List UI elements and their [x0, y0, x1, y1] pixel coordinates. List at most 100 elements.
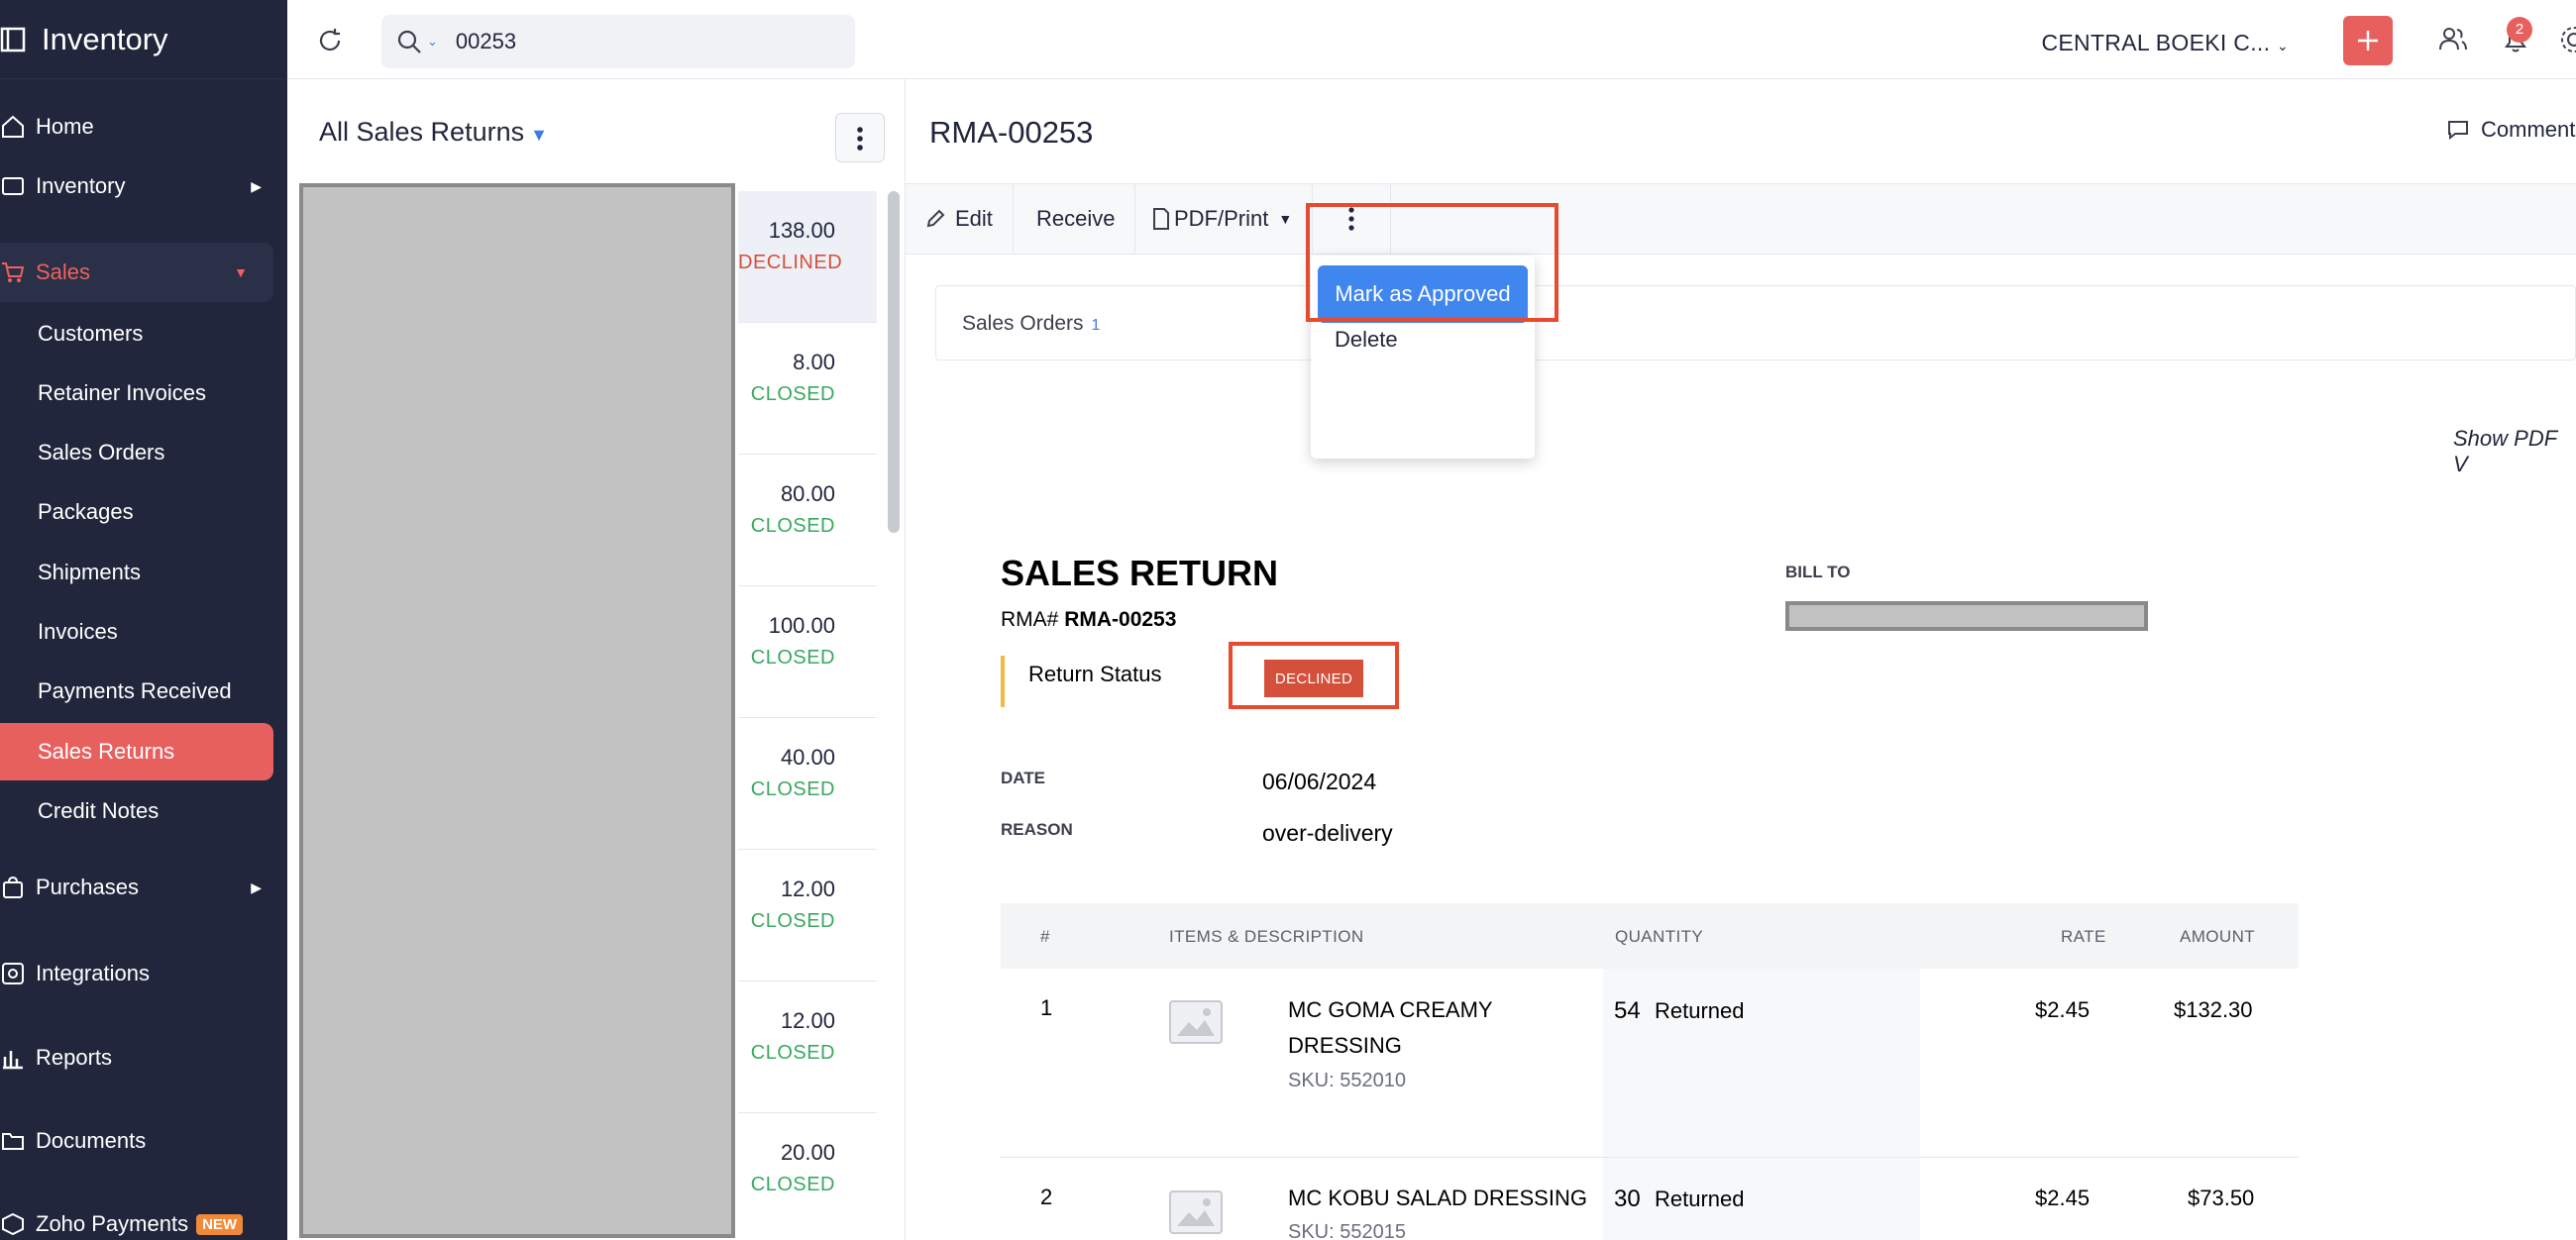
show-pdf-view-toggle[interactable]: Show PDF V	[2453, 426, 2576, 477]
pencil-icon	[926, 209, 945, 228]
list-item-amount: 138.00	[768, 218, 835, 243]
sidebar-item-invoices[interactable]: Invoices	[0, 603, 273, 661]
list-more-options-button[interactable]	[835, 113, 885, 162]
comment-icon	[2448, 121, 2468, 141]
receive-button[interactable]: Receive	[1017, 184, 1136, 254]
integrations-icon	[2, 963, 24, 984]
item-sku: SKU: 552010	[1288, 1070, 1406, 1091]
sidebar-item-home[interactable]: Home	[0, 97, 287, 156]
users-icon[interactable]	[2435, 22, 2471, 57]
sidebar-item-label: Packages	[38, 499, 134, 524]
sidebar-item-inventory[interactable]: Inventory ▶	[0, 156, 287, 216]
item-num: 1	[1040, 995, 1053, 1020]
delete-menu-item[interactable]: Delete	[1335, 327, 1398, 353]
sidebar-item-sales-orders[interactable]: Sales Orders	[0, 424, 273, 481]
quick-create-button[interactable]	[2343, 16, 2393, 65]
list-item[interactable]: 40.00 CLOSED	[738, 718, 877, 850]
item-name: MC GOMA CREAMY	[1288, 997, 1493, 1022]
sidebar-item-label: Sales Returns	[38, 739, 175, 764]
item-qty-label: Returned	[1655, 998, 1745, 1023]
new-badge: NEW	[196, 1213, 244, 1235]
list-item[interactable]: 12.00 CLOSED	[738, 850, 877, 982]
sidebar-item-customers[interactable]: Customers	[0, 305, 273, 362]
app-brand[interactable]: Inventory	[0, 0, 287, 79]
rma-label: RMA#	[1001, 608, 1059, 631]
sidebar-item-sales-returns[interactable]: Sales Returns	[0, 723, 273, 780]
search-icon[interactable]	[395, 28, 423, 55]
list-item[interactable]: 100.00 CLOSED	[738, 586, 877, 718]
sales-orders-label: Sales Orders	[962, 312, 1084, 335]
date-label: DATE	[1001, 769, 1046, 787]
refresh-icon[interactable]	[315, 26, 345, 55]
header-quantity: QUANTITY	[1615, 927, 1704, 946]
sidebar-item-payments-received[interactable]: Payments Received	[0, 663, 273, 720]
sidebar-item-label: Sales	[36, 259, 91, 284]
sidebar-item-label: Payments Received	[38, 678, 232, 703]
comments-button[interactable]: Comment	[2447, 117, 2575, 143]
list-item[interactable]: 138.00 DECLINED	[738, 191, 877, 323]
list-item-amount: 20.00	[780, 1140, 835, 1165]
edit-label: Edit	[955, 206, 993, 231]
list-item[interactable]: 80.00 CLOSED	[738, 455, 877, 586]
sidebar-item-retainer-invoices[interactable]: Retainer Invoices	[0, 364, 273, 422]
list-item-amount: 40.00	[780, 745, 835, 770]
edit-button[interactable]: Edit	[906, 184, 1014, 254]
item-qty-label: Returned	[1655, 1187, 1745, 1211]
image-placeholder-icon	[1169, 1000, 1223, 1044]
chevron-down-icon: ⌄	[2276, 38, 2289, 53]
sales-returns-list-panel: All Sales Returns ▼ 138.00 DECLINED 8.00 CL…	[287, 79, 906, 1240]
pdf-print-button[interactable]: PDF/Print ▼	[1132, 184, 1314, 254]
item-name-cont: DRESSING	[1288, 1033, 1402, 1058]
list-item[interactable]: 20.00 CLOSED	[738, 1113, 877, 1240]
sidebar-item-credit-notes[interactable]: Credit Notes	[0, 782, 273, 840]
sidebar-item-shipments[interactable]: Shipments	[0, 544, 273, 601]
list-item-status: CLOSED	[750, 383, 835, 405]
sidebar-item-sales[interactable]: Sales ▼	[0, 243, 273, 302]
sidebar-item-zoho-payments[interactable]: Zoho Payments NEW	[0, 1194, 287, 1240]
item-qty: 54	[1614, 997, 1641, 1024]
org-name: CENTRAL BOEKI C...	[2041, 30, 2271, 55]
sidebar-item-documents[interactable]: Documents	[0, 1111, 287, 1171]
sidebar-item-label: Home	[36, 114, 94, 139]
sidebar: Inventory Home Inventory ▶ Sales ▼ Custo…	[0, 0, 287, 1240]
sidebar-item-purchases[interactable]: Purchases ▶	[0, 858, 287, 917]
redacted-bill-to	[1785, 601, 2148, 631]
sidebar-item-label: Inventory	[36, 173, 126, 198]
items-table-header: # ITEMS & DESCRIPTION QUANTITY RATE AMOU…	[1001, 903, 2299, 969]
sidebar-item-integrations[interactable]: Integrations	[0, 944, 287, 1003]
plus-icon	[2358, 31, 2378, 51]
bag-icon	[3, 876, 23, 898]
list-item-status: CLOSED	[750, 515, 835, 537]
header-amount: AMOUNT	[2180, 927, 2256, 946]
sidebar-item-label: Shipments	[38, 560, 141, 584]
item-rate: $2.45	[2035, 997, 2091, 1022]
list-view-selector[interactable]: All Sales Returns ▼	[319, 117, 548, 148]
chevron-down-icon[interactable]: ⌄	[427, 34, 438, 50]
redacted-customer-names	[299, 183, 735, 1238]
kebab-menu-icon	[857, 127, 863, 151]
inventory-logo-icon	[0, 27, 26, 52]
sidebar-item-label: Credit Notes	[38, 798, 160, 823]
list-item[interactable]: 12.00 CLOSED	[738, 982, 877, 1113]
action-toolbar: Edit Receive PDF/Print ▼	[906, 183, 2576, 255]
list-item-status: CLOSED	[750, 1174, 835, 1195]
document-heading: SALES RETURN	[1001, 553, 1279, 593]
header-items: ITEMS & DESCRIPTION	[1169, 927, 1364, 946]
bar-chart-icon	[3, 1051, 23, 1070]
sales-return-detail-panel: RMA-00253 Comment Edit Receive PDF/Print…	[906, 79, 2576, 1240]
list-scrollbar[interactable]	[888, 191, 900, 533]
sidebar-item-label: Zoho Payments	[36, 1211, 189, 1236]
list-item[interactable]: 8.00 CLOSED	[738, 323, 877, 455]
gear-icon[interactable]	[2556, 22, 2576, 57]
document-rma-line: RMA# RMA-00253	[1001, 608, 1176, 632]
search-value[interactable]: 00253	[456, 29, 516, 54]
caret-right-icon: ▶	[251, 177, 262, 194]
organization-switcher[interactable]: CENTRAL BOEKI C... ⌄	[2042, 30, 2290, 56]
sidebar-item-packages[interactable]: Packages	[0, 483, 273, 541]
sidebar-item-reports[interactable]: Reports	[0, 1028, 287, 1087]
list-item-amount: 12.00	[780, 877, 835, 901]
quantity-column-bg	[1603, 969, 1920, 1240]
search-input[interactable]: ⌄ 00253	[381, 15, 855, 68]
tab-sales-orders[interactable]: Sales Orders 1	[935, 285, 2576, 361]
list-item-status: CLOSED	[750, 647, 835, 669]
